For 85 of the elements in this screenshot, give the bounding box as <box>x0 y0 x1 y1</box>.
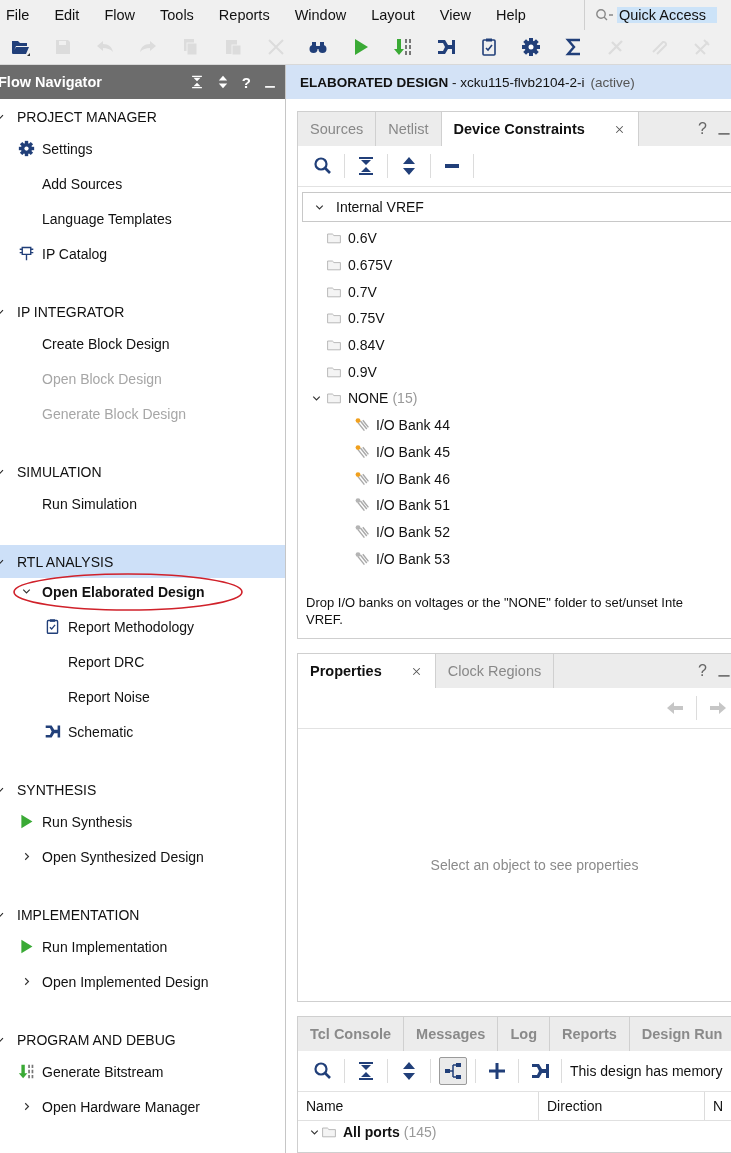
editor-status: (active) <box>590 74 635 90</box>
help-button[interactable]: ? <box>698 662 707 680</box>
section-title[interactable]: PROGRAM AND DEBUG <box>17 1031 176 1048</box>
settings-icon <box>18 140 35 157</box>
item-count: (15) <box>392 390 418 407</box>
tree-item[interactable]: I/O Bank 45 <box>376 443 450 460</box>
section-title[interactable]: SYNTHESIS <box>17 781 97 798</box>
tree-item[interactable]: NONE <box>348 390 389 407</box>
menu-item[interactable]: Flow <box>104 7 135 23</box>
io-bank-icon <box>354 497 370 514</box>
tree-item[interactable]: All ports <box>343 1124 400 1140</box>
bitstream-icon <box>18 1063 35 1080</box>
editor-title: ELABORATED DESIGN - xcku115-flvb2104-2-i <box>300 74 585 90</box>
run-icon <box>18 938 35 955</box>
tree-item[interactable]: I/O Bank 52 <box>376 523 450 540</box>
flow-link[interactable]: Add Sources <box>42 175 123 192</box>
tree-item[interactable]: 0.675V <box>348 257 393 274</box>
menu-item[interactable]: Layout <box>371 7 415 23</box>
menu-item[interactable]: Window <box>294 7 347 23</box>
schematic-icon <box>44 723 61 740</box>
menu-item[interactable]: Edit <box>54 7 80 23</box>
section-title[interactable]: SIMULATION <box>17 463 102 480</box>
help-button[interactable]: ? <box>241 73 251 91</box>
flow-link[interactable]: Run Simulation <box>42 495 137 512</box>
empty-message: Select an object to see properties <box>430 857 639 873</box>
tree-item[interactable]: I/O Bank 44 <box>376 417 450 434</box>
menu-item[interactable]: Help <box>495 7 526 23</box>
tree-group-label: Internal VREF <box>336 199 424 215</box>
hierarchy-icon[interactable] <box>439 1057 467 1085</box>
selected-section-row[interactable]: RTL ANALYSIS <box>0 545 285 578</box>
folder-icon <box>321 1124 337 1140</box>
flow-link[interactable]: Generate Bitstream <box>42 1063 164 1080</box>
column-header[interactable]: N <box>705 1092 724 1120</box>
flow-link[interactable]: Open Synthesized Design <box>42 848 204 865</box>
tree-item[interactable]: 0.75V <box>348 310 385 327</box>
ip-core-icon <box>18 245 35 262</box>
menu-item[interactable]: Tools <box>160 7 194 23</box>
tree-item[interactable]: 0.9V <box>348 363 377 380</box>
io-bank-icon <box>354 417 370 434</box>
column-header[interactable]: Direction <box>539 1092 705 1120</box>
menu-item[interactable]: View <box>439 7 471 23</box>
menu-item[interactable]: File <box>6 7 30 23</box>
flow-link[interactable]: Run Implementation <box>42 938 168 955</box>
schematic-icon[interactable] <box>435 37 456 57</box>
flow-link[interactable]: Report DRC <box>68 653 145 670</box>
io-bank-icon <box>354 443 370 460</box>
flow-link[interactable]: Settings <box>42 140 93 157</box>
tree-item[interactable]: I/O Bank 53 <box>376 550 450 567</box>
flow-link[interactable]: Schematic <box>68 723 134 740</box>
flow-link[interactable]: Language Templates <box>42 210 172 227</box>
collapse-all-icon[interactable] <box>189 75 204 89</box>
io-bank-icon <box>354 470 370 487</box>
tab[interactable]: Device Constraints <box>441 112 639 146</box>
section-title[interactable]: RTL ANALYSIS <box>17 553 114 570</box>
clipboard-icon <box>44 618 61 635</box>
menu-item[interactable]: Reports <box>218 7 270 23</box>
flow-link[interactable]: Open Hardware Manager <box>42 1098 200 1115</box>
flow-link[interactable]: Run Synthesis <box>42 813 133 830</box>
io-bank-icon <box>354 550 370 567</box>
item-count: (145) <box>403 1124 437 1140</box>
io-bank-icon <box>354 523 370 540</box>
column-header[interactable]: Name <box>298 1092 539 1120</box>
tab[interactable]: Properties <box>298 654 436 688</box>
tree-item[interactable]: 0.84V <box>348 337 385 354</box>
flow-link[interactable]: IP Catalog <box>42 245 108 262</box>
search-icon <box>595 8 615 22</box>
flow-link[interactable]: Report Noise <box>68 688 150 705</box>
run-icon <box>18 813 35 830</box>
tree-group-header[interactable]: Internal VREF <box>302 192 731 222</box>
section-title[interactable]: PROJECT MANAGER <box>17 108 157 125</box>
flow-link[interactable]: Report Methodology <box>68 618 195 635</box>
tree-item[interactable]: 0.7V <box>348 283 377 300</box>
flow-link[interactable]: Open Implemented Design <box>42 973 209 990</box>
help-button[interactable]: ? <box>698 120 707 138</box>
tree-item[interactable]: I/O Bank 46 <box>376 470 450 487</box>
section-title[interactable]: IMPLEMENTATION <box>17 906 140 923</box>
tree-item[interactable]: 0.6V <box>348 230 377 247</box>
settings-icon[interactable] <box>521 37 542 57</box>
hint-text: VREF. <box>306 610 344 628</box>
status-message: This design has memory <box>570 1063 723 1079</box>
bitstream-icon[interactable] <box>393 37 414 57</box>
section-title[interactable]: IP INTEGRATOR <box>17 303 125 320</box>
tree-item[interactable]: I/O Bank 51 <box>376 497 450 514</box>
flow-link[interactable]: Create Block Design <box>42 335 170 352</box>
hint-text: Drop I/O banks on voltages or the "NONE" folder to set/unset Inte <box>306 593 685 611</box>
